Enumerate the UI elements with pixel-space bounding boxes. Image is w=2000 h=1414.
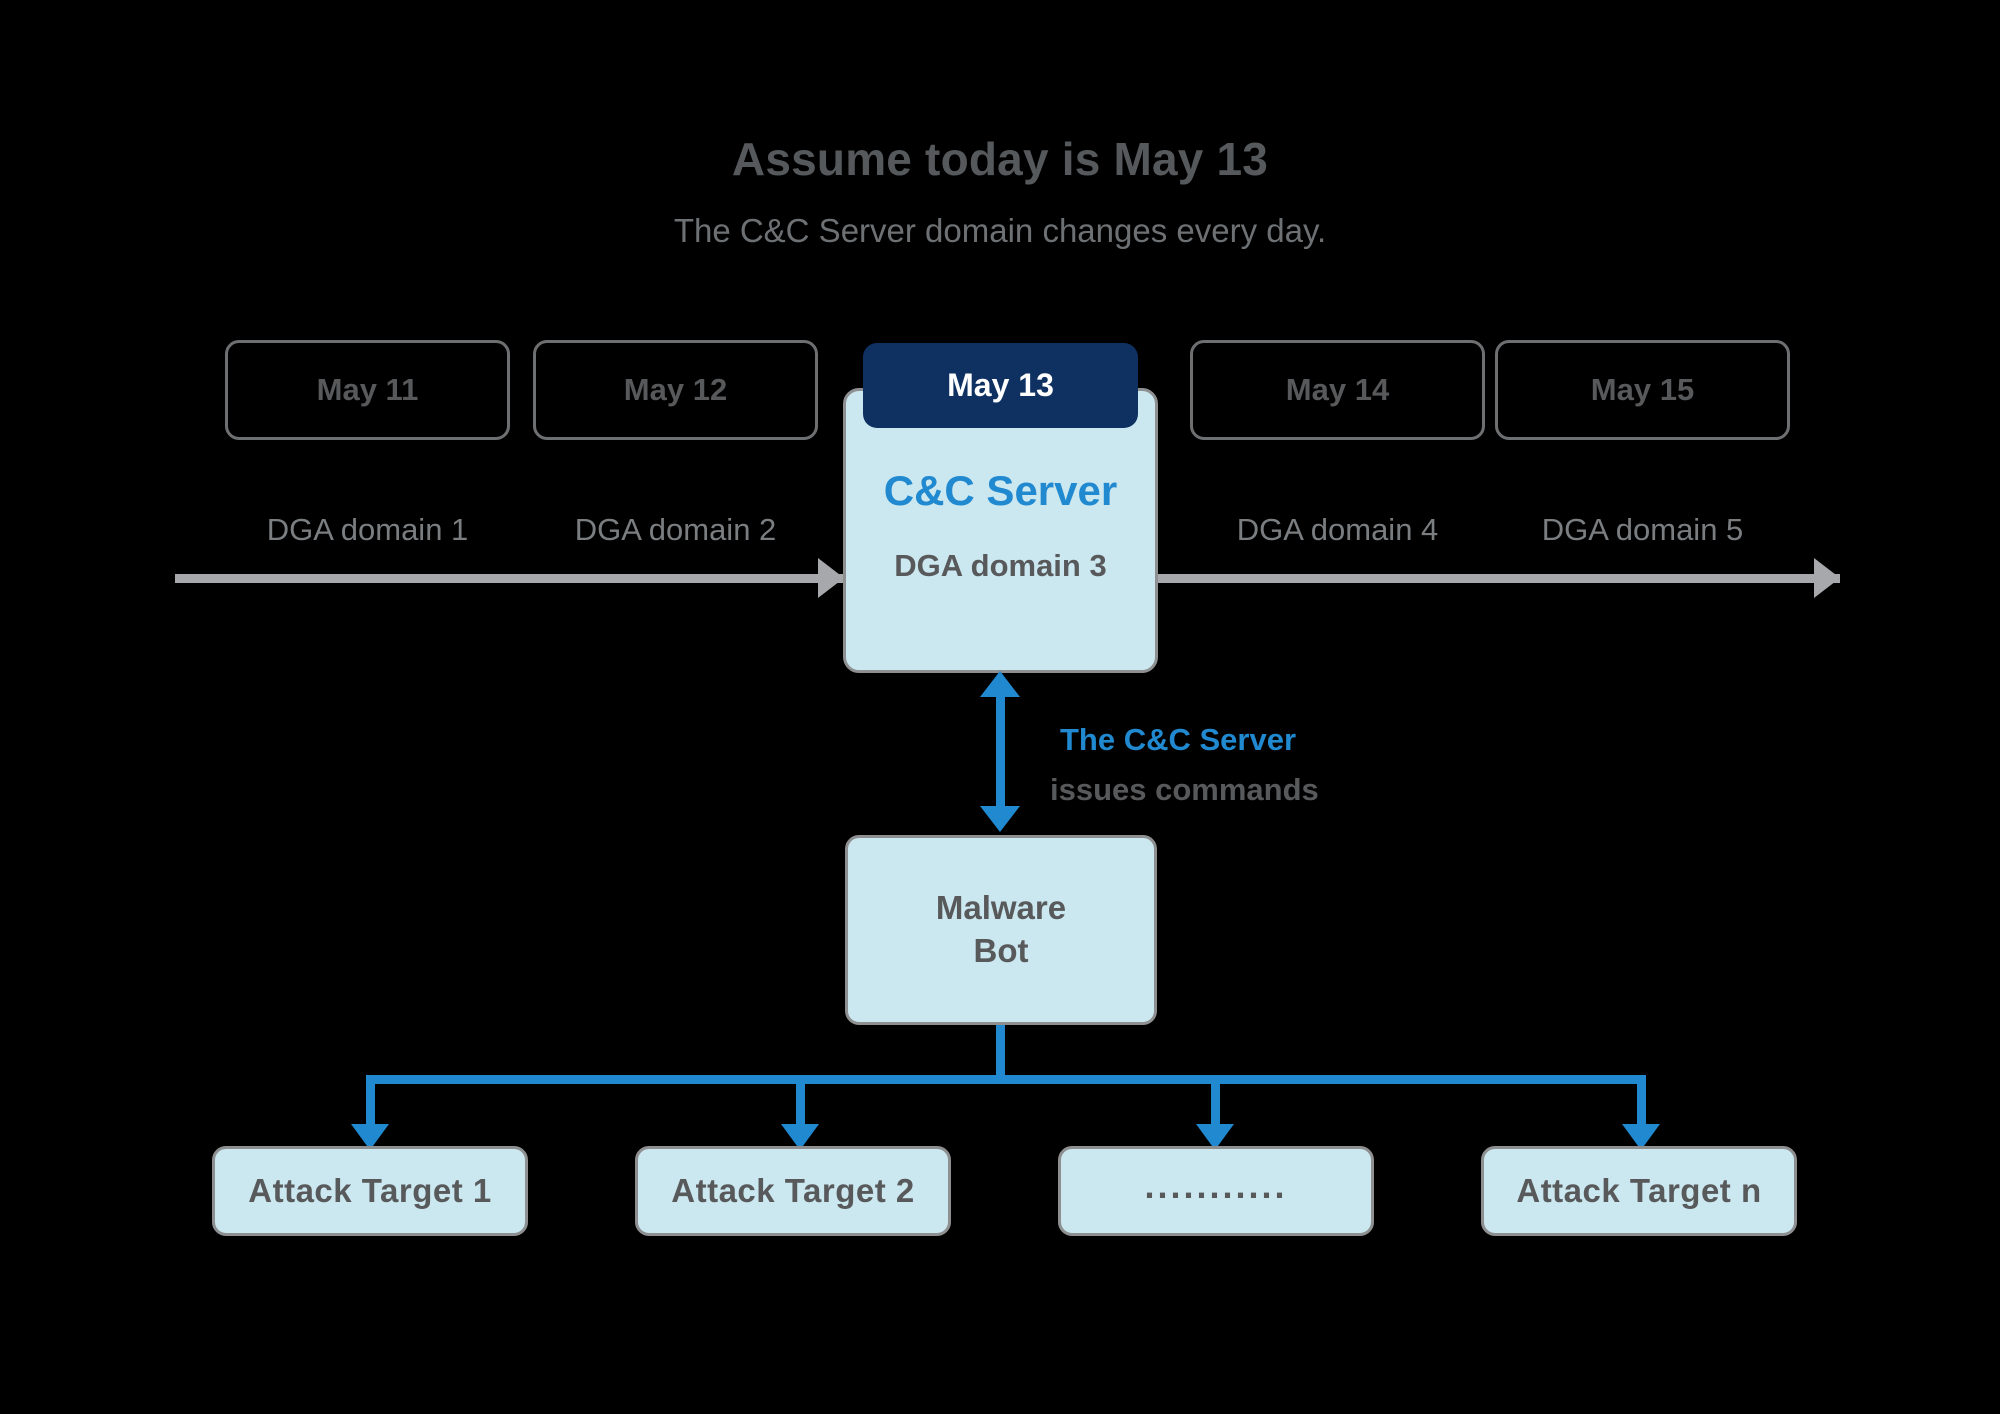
command-label-line2: issues commands	[1050, 772, 1319, 807]
timeline-line-right	[1158, 574, 1840, 583]
attack-target-box-n[interactable]: Attack Target n	[1481, 1146, 1797, 1236]
tree-drop-1	[366, 1075, 375, 1127]
page-title: Assume today is May 13	[731, 133, 1269, 185]
tree-drop-3	[1211, 1075, 1220, 1127]
dga-domain-label-4: DGA domain 4	[1236, 512, 1439, 547]
cc-server-card[interactable]	[843, 388, 1158, 673]
tree-bus	[366, 1075, 1646, 1084]
malware-bot-label-line2: Bot	[973, 932, 1029, 969]
attack-target-box-ellipsis[interactable]: ...........	[1058, 1146, 1374, 1236]
tree-drop-2	[796, 1075, 805, 1127]
command-link-shaft	[996, 690, 1005, 812]
timeline-line-left	[175, 574, 845, 583]
malware-bot-box[interactable]: Malware Bot	[845, 835, 1157, 1025]
dga-domain-label-1: DGA domain 1	[266, 512, 469, 547]
timeline-arrowhead-right	[1814, 558, 1840, 598]
day-box-may-11[interactable]: May 11	[225, 340, 510, 440]
cc-server-title: C&C Server	[883, 467, 1118, 514]
page-subtitle: The C&C Server domain changes every day.	[673, 212, 1327, 249]
malware-bot-label-line1: Malware	[935, 889, 1067, 927]
attack-target-box-2[interactable]: Attack Target 2	[635, 1146, 951, 1236]
arrow-down-icon	[980, 806, 1020, 832]
attack-target-box-1[interactable]: Attack Target 1	[212, 1146, 528, 1236]
day-box-may-14[interactable]: May 14	[1190, 340, 1485, 440]
day-box-may-15[interactable]: May 15	[1495, 340, 1790, 440]
tree-drop-4	[1637, 1075, 1646, 1127]
command-label-line1: The C&C Server	[1060, 722, 1297, 757]
dga-domain-label-5: DGA domain 5	[1541, 512, 1744, 547]
cc-server-domain: DGA domain 3	[894, 548, 1107, 583]
day-box-may-12[interactable]: May 12	[533, 340, 818, 440]
day-box-may-13-highlighted[interactable]: May 13	[863, 343, 1138, 428]
timeline-arrowhead-left	[818, 558, 844, 598]
dga-domain-label-2: DGA domain 2	[574, 512, 777, 547]
diagram-canvas: Assume today is May 13 The C&C Server do…	[0, 0, 2000, 1414]
